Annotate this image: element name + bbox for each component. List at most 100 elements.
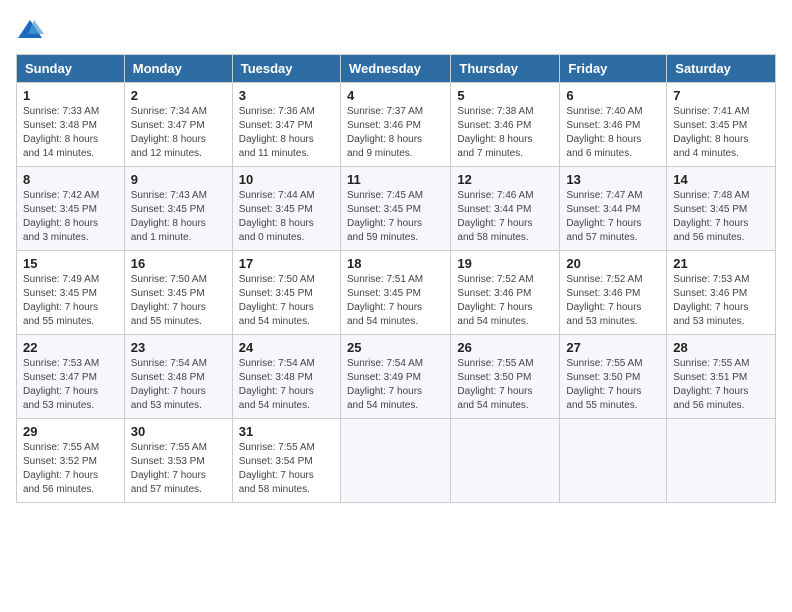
- daylight-text: Daylight: 8 hours: [239, 218, 314, 229]
- day-info: Sunrise: 7:54 AMSunset: 3:48 PMDaylight:…: [131, 357, 226, 413]
- daylight-text: Daylight: 7 hours: [457, 218, 532, 229]
- calendar-week-5: 29 Sunrise: 7:55 AMSunset: 3:52 PMDayligh…: [17, 419, 776, 503]
- daylight-text: Daylight: 7 hours: [239, 386, 314, 397]
- sunrise-text: Sunrise: 7:55 AM: [131, 442, 207, 453]
- day-cell-14: 14Sunrise: 7:48 AMSunset: 3:45 PMDayligh…: [667, 167, 776, 251]
- day-cell-19: 19Sunrise: 7:52 AMSunset: 3:46 PMDayligh…: [451, 251, 560, 335]
- day-info: Sunrise: 7:45 AMSunset: 3:45 PMDaylight:…: [347, 189, 444, 245]
- day-cell-23: 23Sunrise: 7:54 AMSunset: 3:48 PMDayligh…: [124, 335, 232, 419]
- sunrise-text: Sunrise: 7:47 AM: [566, 190, 642, 201]
- day-number: 26: [457, 340, 553, 355]
- sunset-text: Sunset: 3:49 PM: [347, 372, 421, 383]
- sunset-text: Sunset: 3:45 PM: [673, 204, 747, 215]
- daylight-text-2: and 54 minutes.: [347, 400, 418, 411]
- daylight-text-2: and 3 minutes.: [23, 232, 89, 243]
- sunrise-text: Sunrise: 7:55 AM: [673, 358, 749, 369]
- day-number: 3: [239, 88, 334, 103]
- empty-cell: [340, 419, 450, 503]
- sunrise-text: Sunrise: 7:51 AM: [347, 274, 423, 285]
- daylight-text: Daylight: 7 hours: [566, 218, 641, 229]
- sunset-text: Sunset: 3:48 PM: [131, 372, 205, 383]
- daylight-text-2: and 9 minutes.: [347, 148, 413, 159]
- daylight-text: Daylight: 7 hours: [23, 470, 98, 481]
- sunrise-text: Sunrise: 7:52 AM: [566, 274, 642, 285]
- daylight-text: Daylight: 7 hours: [347, 386, 422, 397]
- daylight-text-2: and 56 minutes.: [673, 232, 744, 243]
- day-number: 25: [347, 340, 444, 355]
- sunrise-text: Sunrise: 7:53 AM: [673, 274, 749, 285]
- daylight-text: Daylight: 7 hours: [239, 470, 314, 481]
- calendar-table: SundayMondayTuesdayWednesdayThursdayFrid…: [16, 54, 776, 503]
- day-cell-1: 1Sunrise: 7:33 AMSunset: 3:48 PMDaylight…: [17, 83, 125, 167]
- sunrise-text: Sunrise: 7:45 AM: [347, 190, 423, 201]
- day-number: 9: [131, 172, 226, 187]
- day-number: 21: [673, 256, 769, 271]
- day-cell-6: 6Sunrise: 7:40 AMSunset: 3:46 PMDaylight…: [560, 83, 667, 167]
- daylight-text-2: and 11 minutes.: [239, 148, 309, 159]
- daylight-text: Daylight: 8 hours: [347, 134, 422, 145]
- day-number: 29: [23, 424, 118, 439]
- header-wednesday: Wednesday: [340, 55, 450, 83]
- day-info: Sunrise: 7:55 AMSunset: 3:52 PMDaylight:…: [23, 441, 118, 497]
- day-cell-24: 24Sunrise: 7:54 AMSunset: 3:48 PMDayligh…: [232, 335, 340, 419]
- sunset-text: Sunset: 3:47 PM: [239, 120, 313, 131]
- sunset-text: Sunset: 3:45 PM: [23, 204, 97, 215]
- daylight-text-2: and 54 minutes.: [457, 400, 528, 411]
- page-header: [16, 16, 776, 44]
- daylight-text-2: and 56 minutes.: [673, 400, 744, 411]
- empty-cell: [451, 419, 560, 503]
- logo-icon: [16, 16, 44, 44]
- day-number: 14: [673, 172, 769, 187]
- daylight-text: Daylight: 8 hours: [457, 134, 532, 145]
- day-cell-12: 12Sunrise: 7:46 AMSunset: 3:44 PMDayligh…: [451, 167, 560, 251]
- day-info: Sunrise: 7:53 AMSunset: 3:46 PMDaylight:…: [673, 273, 769, 329]
- sunrise-text: Sunrise: 7:41 AM: [673, 106, 749, 117]
- daylight-text-2: and 55 minutes.: [566, 400, 637, 411]
- day-number: 4: [347, 88, 444, 103]
- daylight-text-2: and 53 minutes.: [23, 400, 94, 411]
- day-info: Sunrise: 7:34 AMSunset: 3:47 PMDaylight:…: [131, 105, 226, 161]
- daylight-text: Daylight: 8 hours: [23, 218, 98, 229]
- daylight-text-2: and 58 minutes.: [457, 232, 528, 243]
- daylight-text: Daylight: 8 hours: [131, 134, 206, 145]
- sunrise-text: Sunrise: 7:55 AM: [23, 442, 99, 453]
- daylight-text-2: and 7 minutes.: [457, 148, 523, 159]
- sunset-text: Sunset: 3:46 PM: [457, 120, 531, 131]
- day-number: 12: [457, 172, 553, 187]
- sunset-text: Sunset: 3:45 PM: [347, 288, 421, 299]
- daylight-text: Daylight: 7 hours: [131, 386, 206, 397]
- day-info: Sunrise: 7:33 AMSunset: 3:48 PMDaylight:…: [23, 105, 118, 161]
- day-info: Sunrise: 7:42 AMSunset: 3:45 PMDaylight:…: [23, 189, 118, 245]
- day-number: 31: [239, 424, 334, 439]
- sunset-text: Sunset: 3:45 PM: [239, 204, 313, 215]
- day-number: 16: [131, 256, 226, 271]
- day-info: Sunrise: 7:50 AMSunset: 3:45 PMDaylight:…: [239, 273, 334, 329]
- sunset-text: Sunset: 3:45 PM: [23, 288, 97, 299]
- sunset-text: Sunset: 3:44 PM: [566, 204, 640, 215]
- day-number: 24: [239, 340, 334, 355]
- day-cell-2: 2Sunrise: 7:34 AMSunset: 3:47 PMDaylight…: [124, 83, 232, 167]
- day-cell-8: 8Sunrise: 7:42 AMSunset: 3:45 PMDaylight…: [17, 167, 125, 251]
- day-info: Sunrise: 7:55 AMSunset: 3:54 PMDaylight:…: [239, 441, 334, 497]
- day-cell-5: 5Sunrise: 7:38 AMSunset: 3:46 PMDaylight…: [451, 83, 560, 167]
- day-cell-18: 18Sunrise: 7:51 AMSunset: 3:45 PMDayligh…: [340, 251, 450, 335]
- daylight-text-2: and 0 minutes.: [239, 232, 305, 243]
- sunset-text: Sunset: 3:47 PM: [131, 120, 205, 131]
- day-cell-11: 11Sunrise: 7:45 AMSunset: 3:45 PMDayligh…: [340, 167, 450, 251]
- empty-cell: [560, 419, 667, 503]
- day-info: Sunrise: 7:54 AMSunset: 3:49 PMDaylight:…: [347, 357, 444, 413]
- daylight-text: Daylight: 7 hours: [239, 302, 314, 313]
- day-number: 22: [23, 340, 118, 355]
- daylight-text: Daylight: 7 hours: [457, 302, 532, 313]
- sunset-text: Sunset: 3:45 PM: [239, 288, 313, 299]
- day-info: Sunrise: 7:37 AMSunset: 3:46 PMDaylight:…: [347, 105, 444, 161]
- sunrise-text: Sunrise: 7:50 AM: [131, 274, 207, 285]
- day-cell-31: 31 Sunrise: 7:55 AMSunset: 3:54 PMDayligh…: [232, 419, 340, 503]
- daylight-text-2: and 54 minutes.: [347, 316, 418, 327]
- header-thursday: Thursday: [451, 55, 560, 83]
- day-info: Sunrise: 7:36 AMSunset: 3:47 PMDaylight:…: [239, 105, 334, 161]
- sunset-text: Sunset: 3:45 PM: [131, 288, 205, 299]
- daylight-text-2: and 53 minutes.: [566, 316, 637, 327]
- sunrise-text: Sunrise: 7:53 AM: [23, 358, 99, 369]
- daylight-text-2: and 54 minutes.: [239, 316, 310, 327]
